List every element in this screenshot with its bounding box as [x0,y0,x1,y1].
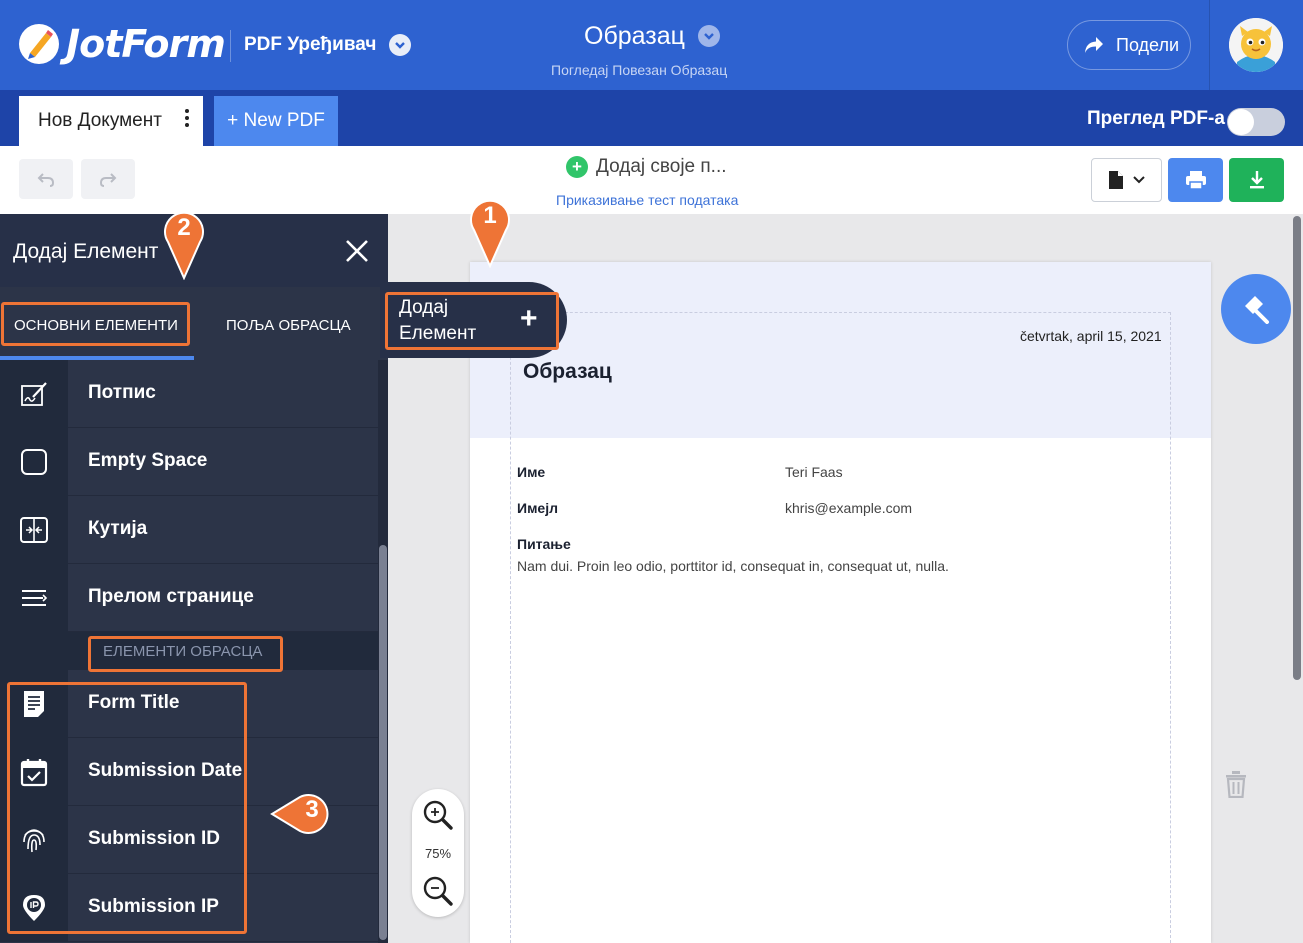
element-signature[interactable]: Потпис [0,360,378,428]
paint-roller-icon [1245,296,1269,324]
share-arrow-icon [1085,37,1103,53]
more-options-icon[interactable] [185,109,191,130]
zoom-level: 75% [424,846,452,861]
add-your-logo-label: Додај своје п... [596,156,727,177]
zoom-out-icon[interactable] [422,875,454,912]
element-page-break[interactable]: Прелом странице [0,564,378,632]
annotation-number: 2 [177,214,191,241]
chevron-down-icon [1132,176,1145,184]
document-tab-bar: Нов Документ + New PDF Преглед PDF-а [0,90,1303,146]
page-settings-dropdown[interactable] [1091,158,1162,202]
download-icon [1249,171,1264,189]
document-content-frame [510,312,1171,943]
highlight-add-element-button [385,292,559,350]
element-label: Потпис [88,382,156,403]
undo-button[interactable] [19,159,73,199]
field-value-email[interactable]: khris@example.com [785,500,912,516]
close-icon[interactable] [342,236,372,266]
pdf-preview-toggle[interactable] [1227,108,1285,136]
top-header: JotForm PDF Уређивач Образац Погледај По… [0,0,1303,90]
form-title-chevron-icon[interactable] [698,25,720,47]
redo-icon [99,173,117,187]
printer-icon [1185,171,1206,190]
annotation-number: 1 [483,202,497,229]
field-label-email[interactable]: Имејл [517,500,558,516]
header-divider [230,30,231,62]
undo-icon [37,173,55,187]
redo-button[interactable] [81,159,135,199]
field-value-question[interactable]: Nam dui. Proin leo odio, porttitor id, c… [517,558,949,574]
add-your-logo-button[interactable]: + Додај своје п... [566,156,727,178]
pencil-logo-icon [18,23,60,65]
annotation-marker-1: 1 [468,198,512,269]
highlight-basic-elements-tab [1,302,190,346]
zoom-control: 75% [412,789,464,917]
document-date[interactable]: četvrtak, april 15, 2021 [1020,328,1162,344]
panel-scrollbar[interactable] [379,545,387,940]
tab-new-document-label: Нов Документ [38,110,162,131]
empty-square-icon [0,428,68,496]
field-label-name[interactable]: Име [517,464,545,480]
toggle-knob [1228,109,1254,135]
share-button[interactable]: Подели [1067,20,1191,70]
box-icon [0,496,68,564]
logo-text: JotForm [66,22,226,66]
jotform-logo[interactable]: JotForm [18,22,226,66]
highlight-form-elements-list [7,682,247,934]
pdf-preview-label: Преглед PDF-а [1087,108,1225,129]
file-icon [1108,171,1123,189]
element-label: Кутија [88,518,148,539]
tab-new-document[interactable]: Нов Документ [19,96,203,146]
panel-title: Додај Елемент [13,240,159,263]
field-label-question[interactable]: Питање [517,536,571,552]
app-name[interactable]: PDF Уређивач [244,34,376,56]
tab-form-fields[interactable]: ПОЉА ОБРАСЦА [226,317,351,334]
showing-test-data-link[interactable]: Приказивање тест података [556,192,738,208]
element-empty-space[interactable]: Empty Space [0,428,378,496]
download-button[interactable] [1229,158,1284,202]
user-avatar[interactable] [1229,18,1283,72]
canvas-scrollbar[interactable] [1293,216,1301,680]
share-label: Подели [1116,34,1180,55]
field-value-name[interactable]: Teri Faas [785,464,843,480]
document-title[interactable]: Образац [523,360,612,384]
trash-icon[interactable] [1224,770,1248,799]
header-divider-right [1209,0,1210,90]
page-break-icon [0,564,68,632]
designer-button[interactable] [1221,274,1291,344]
annotation-marker-2: 2 [162,210,206,281]
highlight-form-elements-section [88,636,283,672]
signature-icon [0,360,68,428]
plus-circle-icon: + [566,156,588,178]
zoom-in-icon[interactable] [422,799,454,836]
element-label: Прелом странице [88,586,254,607]
element-box[interactable]: Кутија [0,496,378,564]
view-linked-form-link[interactable]: Погледај Повезан Образац [551,62,727,78]
form-title[interactable]: Образац [584,22,685,51]
pdf-document-page[interactable]: četvrtak, april 15, 2021 Образац Име Ter… [470,262,1211,943]
editor-toolbar: + Додај своје п... Приказивање тест пода… [0,146,1303,214]
element-label: Empty Space [88,450,208,471]
print-button[interactable] [1168,158,1223,202]
annotation-marker-3: 3 [270,792,336,836]
app-dropdown-chevron-icon[interactable] [389,34,411,56]
annotation-number: 3 [305,796,319,823]
new-pdf-button[interactable]: + New PDF [214,96,338,146]
